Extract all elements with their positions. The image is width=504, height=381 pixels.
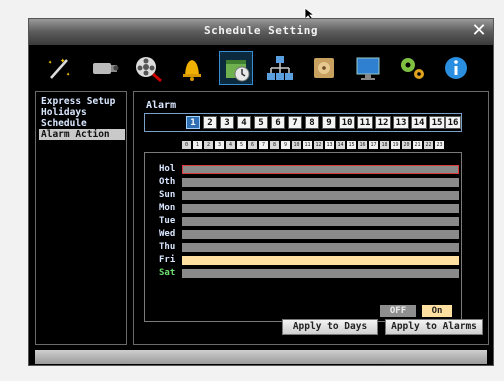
- alarm-number-selector: 1 2 3 4 5 6 7 8 9 10 11 12 13 14 15 16: [144, 113, 462, 132]
- gears-icon[interactable]: [395, 51, 429, 85]
- apply-to-days-button[interactable]: Apply to Days: [282, 319, 378, 335]
- day-row-hol[interactable]: [182, 165, 459, 174]
- svg-text:✦: ✦: [66, 70, 71, 78]
- alarm-number-2[interactable]: 2: [203, 116, 217, 129]
- hour-label: 17: [369, 141, 378, 149]
- hour-label: 1: [193, 141, 202, 149]
- hour-label: 7: [259, 141, 268, 149]
- on-toggle-button[interactable]: On: [422, 305, 452, 317]
- calendar-check-icon[interactable]: [219, 51, 253, 85]
- alarm-number-7[interactable]: 7: [288, 116, 302, 129]
- schedule-setting-window: Schedule Setting ✕ ✦ ✦ ✦ Express Setup H…: [28, 18, 494, 366]
- hour-label: 18: [380, 141, 389, 149]
- film-reel-icon[interactable]: [131, 51, 165, 85]
- hour-label: 5: [237, 141, 246, 149]
- magic-wand-icon[interactable]: ✦ ✦ ✦: [43, 51, 77, 85]
- alarm-number-12[interactable]: 12: [375, 116, 391, 129]
- hour-label: 2: [204, 141, 213, 149]
- alarm-number-3[interactable]: 3: [220, 116, 234, 129]
- sidebar-item-alarm-action[interactable]: Alarm Action: [39, 129, 125, 140]
- alarm-number-15[interactable]: 15: [429, 116, 445, 129]
- hour-label: 16: [358, 141, 367, 149]
- sidebar-item-express-setup[interactable]: Express Setup: [39, 96, 125, 107]
- sidebar-item-holidays[interactable]: Holidays: [39, 107, 125, 118]
- apply-to-alarms-button[interactable]: Apply to Alarms: [385, 319, 483, 335]
- hour-label: 0: [182, 141, 191, 149]
- hour-label: 19: [391, 141, 400, 149]
- alarm-number-1[interactable]: 1: [186, 116, 200, 129]
- bell-icon[interactable]: [175, 51, 209, 85]
- hour-label: 10: [292, 141, 301, 149]
- sidebar-item-schedule[interactable]: Schedule: [39, 118, 125, 129]
- hour-label: 4: [226, 141, 235, 149]
- sidebar: Express Setup Holidays Schedule Alarm Ac…: [35, 91, 127, 345]
- hour-scale: 0 1 2 3 4 5 6 7 8 9 10 11 12 13 14 15 16…: [182, 141, 466, 149]
- schedule-grid: Hol Oth Sun Mon Tue Wed Thu Fri Sat: [144, 152, 462, 322]
- svg-text:✦: ✦: [48, 58, 53, 66]
- hour-label: 14: [336, 141, 345, 149]
- alarm-number-14[interactable]: 14: [411, 116, 427, 129]
- info-icon[interactable]: [439, 51, 473, 85]
- svg-text:✦: ✦: [60, 56, 66, 66]
- hour-label: 21: [413, 141, 422, 149]
- hour-label: 3: [215, 141, 224, 149]
- alarm-number-13[interactable]: 13: [393, 116, 409, 129]
- hdd-icon[interactable]: [307, 51, 341, 85]
- hour-label: 20: [402, 141, 411, 149]
- day-row-thu[interactable]: [182, 243, 459, 252]
- window-title: Schedule Setting: [204, 24, 318, 37]
- hour-label: 12: [314, 141, 323, 149]
- alarm-action-panel: Alarm 1 2 3 4 5 6 7 8 9 10 11 12 13 14 1…: [133, 91, 489, 345]
- status-bar: [35, 350, 487, 364]
- alarm-number-16[interactable]: 16: [445, 116, 461, 129]
- alarm-number-8[interactable]: 8: [305, 116, 319, 129]
- day-row-sun[interactable]: [182, 191, 459, 200]
- day-row-fri[interactable]: [182, 256, 459, 265]
- day-row-sat[interactable]: [182, 269, 459, 278]
- toolbar: ✦ ✦ ✦: [35, 49, 487, 89]
- alarm-number-11[interactable]: 11: [357, 116, 373, 129]
- alarm-number-6[interactable]: 6: [271, 116, 285, 129]
- camera-icon[interactable]: [87, 51, 121, 85]
- day-row-tue[interactable]: [182, 217, 459, 226]
- alarm-number-10[interactable]: 10: [339, 116, 355, 129]
- alarm-number-4[interactable]: 4: [237, 116, 251, 129]
- hour-label: 9: [281, 141, 290, 149]
- day-row-mon[interactable]: [182, 204, 459, 213]
- hour-label: 6: [248, 141, 257, 149]
- hour-label: 22: [424, 141, 433, 149]
- hour-label: 8: [270, 141, 279, 149]
- alarm-number-9[interactable]: 9: [322, 116, 336, 129]
- hour-label: 13: [325, 141, 334, 149]
- day-row-oth[interactable]: [182, 178, 459, 187]
- hour-label: 11: [303, 141, 312, 149]
- close-icon[interactable]: ✕: [469, 21, 489, 41]
- alarm-label: Alarm: [146, 100, 177, 111]
- alarm-number-5[interactable]: 5: [254, 116, 268, 129]
- hour-label: 23: [435, 141, 444, 149]
- day-row-wed[interactable]: [182, 230, 459, 239]
- hour-label: 15: [347, 141, 356, 149]
- network-icon[interactable]: [263, 51, 297, 85]
- off-toggle-button[interactable]: OFF: [380, 305, 416, 317]
- monitor-icon[interactable]: [351, 51, 385, 85]
- title-bar: Schedule Setting ✕: [29, 19, 493, 45]
